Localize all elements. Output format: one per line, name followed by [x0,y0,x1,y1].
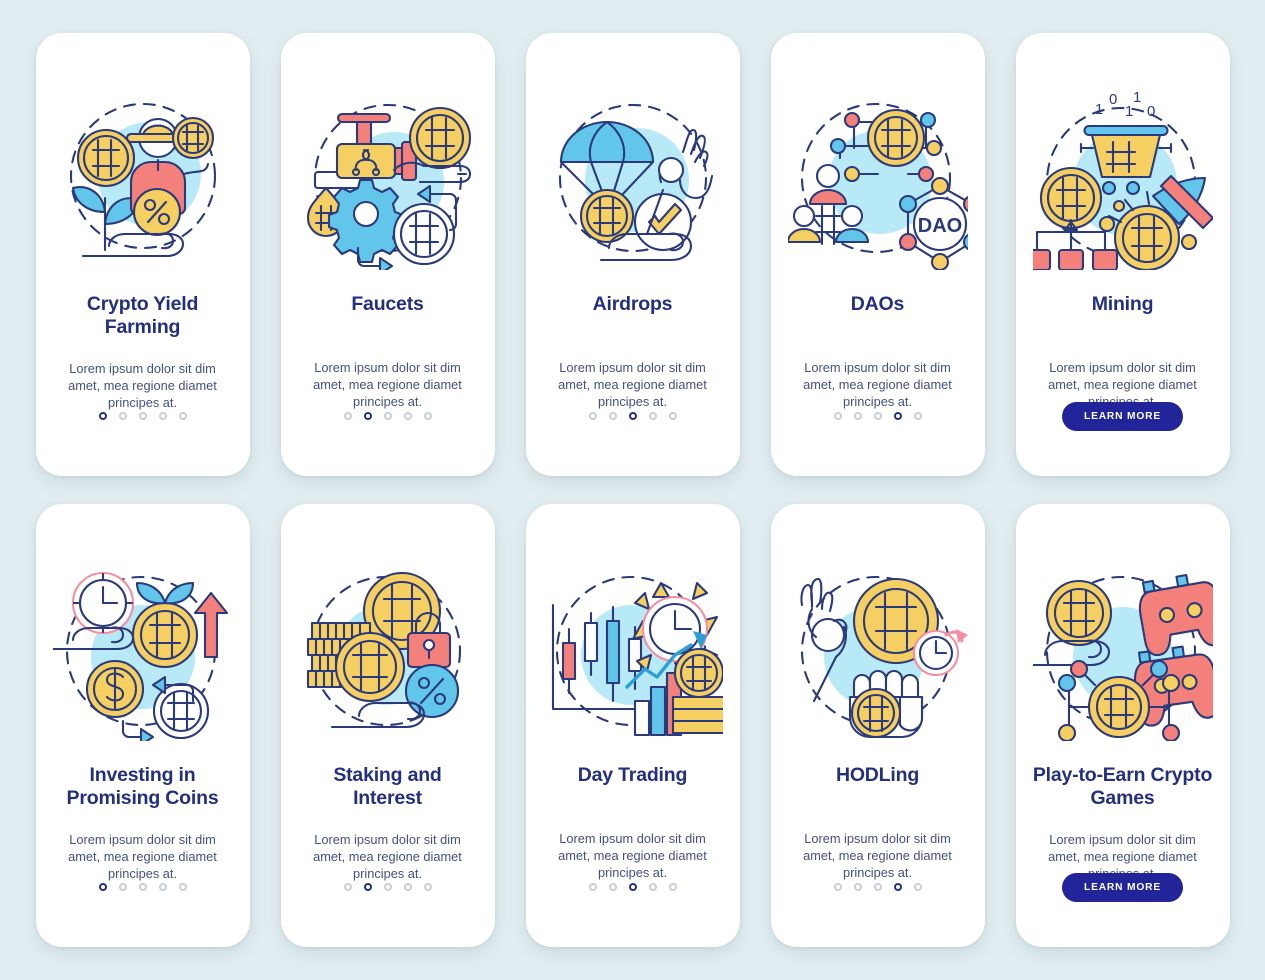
pagination-dot-1[interactable] [343,412,352,420]
clock-growth-coin-arrow-exchange-icon [52,560,234,742]
pagination-dot-4[interactable] [403,883,412,891]
pagination-dot-2[interactable] [118,883,127,891]
card-footer [281,356,495,476]
pagination-dot-1[interactable] [833,412,842,420]
onboarding-card-day-trading: Day Trading Lorem ipsum dolor sit dim ame… [525,504,740,947]
card-footer [771,356,985,476]
onboarding-card-hodling: HODLing Lorem ipsum dolor sit dim amet, m… [770,504,985,947]
pagination-dot-4[interactable] [403,412,412,420]
pagination-dots [833,412,922,420]
card-footer [36,356,250,476]
pagination-dot-4[interactable] [158,883,167,891]
card-footer [36,827,250,947]
card-title: Investing in Promising Coins [66,764,219,809]
fist-holding-coin-clock-ok-hand-icon [787,560,969,742]
card-title: Crypto Yield Farming [86,293,199,338]
pagination-dot-1[interactable] [588,412,597,420]
pagination-dot-5[interactable] [668,412,677,420]
card-footer [526,356,740,476]
svg-text:1: 1 [1095,101,1103,118]
parachute-coin-checkmark-ok-hand-icon [542,89,724,271]
pagination-dot-1[interactable] [833,883,842,891]
pagination-dot-3[interactable] [873,883,882,891]
card-title: Day Trading [577,764,688,786]
card-footer [281,827,495,947]
pagination-dot-5[interactable] [668,883,677,891]
card-title: Mining [1091,293,1154,315]
pagination-dots [98,412,187,420]
pagination-dot-5[interactable] [913,883,922,891]
onboarding-card-daos: DAO DAOs Lorem ipsum dolor sit dim amet, … [770,33,985,476]
onboarding-screens-board: Crypto Yield Farming Lorem ipsum dolor si… [0,0,1265,980]
pagination-dot-3[interactable] [138,412,147,420]
pagination-dots [588,883,677,891]
onboarding-card-faucets: Faucets Lorem ipsum dolor sit dim amet, m… [280,33,495,476]
pagination-dot-1-active[interactable] [98,412,107,420]
card-footer: LEARN MORE [1016,827,1230,947]
pagination-dot-4-active[interactable] [893,412,902,420]
gamepad-coin-network-hand-icon [1032,560,1214,742]
pagination-dot-1[interactable] [588,883,597,891]
svg-text:1: 1 [1125,103,1133,120]
card-title: HODLing [835,764,920,786]
pagination-dot-3[interactable] [138,883,147,891]
pagination-dot-4[interactable] [158,412,167,420]
pagination-dot-5[interactable] [423,883,432,891]
card-title: Staking and Interest [333,764,442,809]
pagination-dot-3-active[interactable] [628,883,637,891]
pagination-dot-1-active[interactable] [98,883,107,891]
pagination-dots [588,412,677,420]
svg-text:1: 1 [1133,90,1141,106]
candlestick-chart-clock-trendline-coins-icon [542,560,724,742]
svg-text:0: 0 [1147,103,1155,120]
card-footer [526,827,740,947]
card-footer [771,827,985,947]
dao-network-people-coin-icon: DAO [787,89,969,271]
pagination-dot-4[interactable] [648,412,657,420]
learn-more-button[interactable]: LEARN MORE [1062,872,1183,902]
pagination-dot-2[interactable] [118,412,127,420]
pagination-dot-5[interactable] [178,412,187,420]
onboarding-card-crypto-yield-farming: Crypto Yield Farming Lorem ipsum dolor si… [35,33,250,476]
farmer-coin-plant-percent-hand-icon [52,89,234,271]
svg-text:0: 0 [1109,91,1117,108]
pagination-dot-4-active[interactable] [893,883,902,891]
pagination-dots [343,412,432,420]
pagination-dot-3[interactable] [383,412,392,420]
pagination-dot-3-active[interactable] [628,412,637,420]
onboarding-card-investing-in-promising-coins: Investing in Promising Coins Lorem ipsum … [35,504,250,947]
svg-text:DAO: DAO [917,215,961,237]
card-title: Airdrops [592,293,673,315]
pagination-dot-4[interactable] [648,883,657,891]
card-title: DAOs [850,293,905,315]
pagination-dots [833,883,922,891]
onboarding-card-staking-and-interest: Staking and Interest Lorem ipsum dolor si… [280,504,495,947]
pagination-dot-2[interactable] [853,883,862,891]
pickaxe-coins-binary-bucket-icon: 1 0 1 1 0 [1032,89,1214,271]
pagination-dots [343,883,432,891]
pagination-dot-5[interactable] [423,412,432,420]
pagination-dot-3[interactable] [873,412,882,420]
faucet-gear-coins-hand-icon [297,89,479,271]
pagination-dots [98,883,187,891]
coin-stack-lock-percent-hand-icon [297,560,479,742]
card-footer: LEARN MORE [1016,356,1230,476]
onboarding-card-play-to-earn-crypto-games: Play-to-Earn Crypto Games Lorem ipsum dol… [1015,504,1230,947]
card-title: Faucets [351,293,424,315]
card-title: Play-to-Earn Crypto Games [1032,764,1213,809]
pagination-dot-3[interactable] [383,883,392,891]
pagination-dot-2[interactable] [608,883,617,891]
pagination-dot-2[interactable] [608,412,617,420]
pagination-dot-2[interactable] [853,412,862,420]
onboarding-card-airdrops: Airdrops Lorem ipsum dolor sit dim amet, … [525,33,740,476]
pagination-dot-5[interactable] [913,412,922,420]
learn-more-button[interactable]: LEARN MORE [1062,401,1183,431]
pagination-dot-2-active[interactable] [363,883,372,891]
pagination-dot-1[interactable] [343,883,352,891]
pagination-dot-2-active[interactable] [363,412,372,420]
pagination-dot-5[interactable] [178,883,187,891]
onboarding-card-mining: 1 0 1 1 0 Mining Lorem ipsum dolor sit di… [1015,33,1230,476]
